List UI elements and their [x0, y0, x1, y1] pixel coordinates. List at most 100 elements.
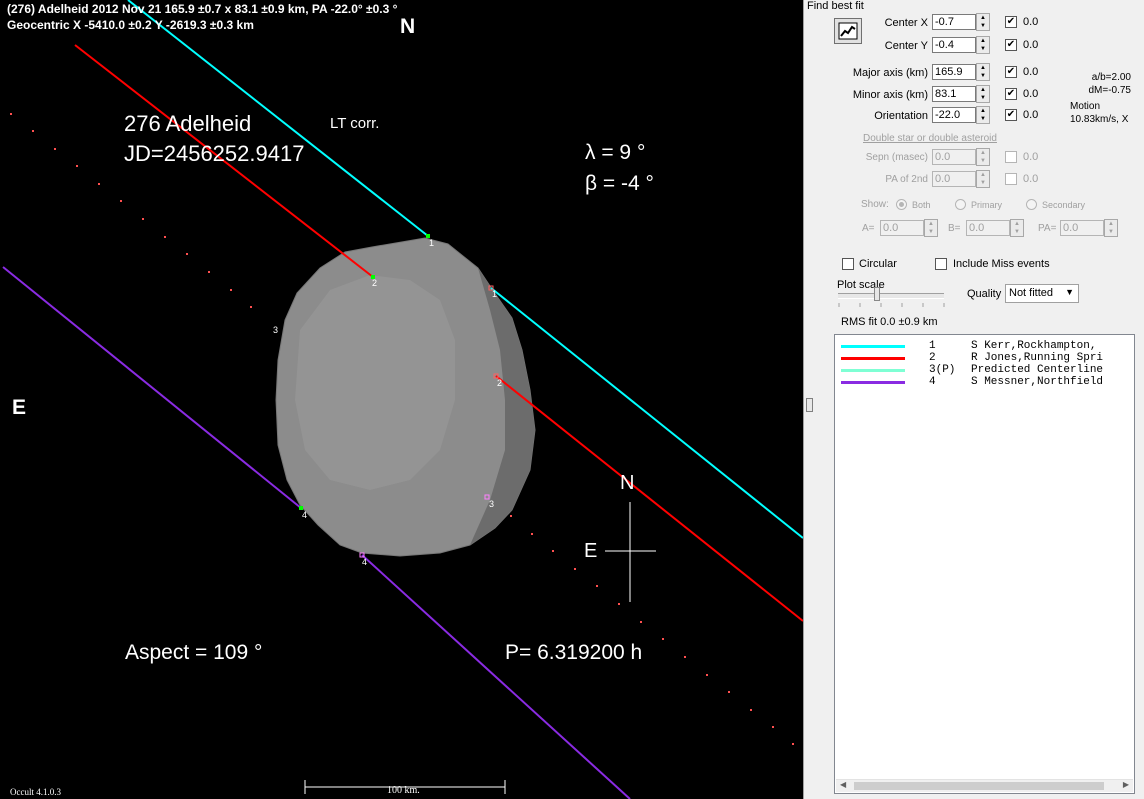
orientation-spinner[interactable]: ▲ ▼: [976, 106, 990, 124]
center-y-input[interactable]: -0.4: [932, 37, 976, 53]
legend-name-4: S Messner,Northfield: [971, 376, 1104, 388]
legend-num-2: 2: [929, 352, 936, 364]
fit-panel: Find best fit Center X -0.7 ▲ ▼ ✔ 0.0 Cen…: [807, 0, 1144, 799]
major-axis-input[interactable]: 165.9: [932, 64, 976, 80]
rms-fit-label: RMS fit 0.0 ±0.9 km: [841, 316, 938, 328]
center-x-fix-value: 0.0: [1023, 16, 1039, 28]
quality-select[interactable]: Not fitted ▼: [1005, 284, 1079, 303]
major-axis-fix-value: 0.0: [1023, 66, 1039, 78]
legend-num-3: 3(P): [929, 364, 956, 376]
pa2nd-input[interactable]: 0.0: [932, 171, 976, 187]
find-best-fit-title: Find best fit: [807, 0, 864, 12]
north-label-top: N: [400, 15, 416, 38]
asteroid-name: 276 Adelheid: [124, 111, 252, 136]
splitter-grip[interactable]: [806, 398, 813, 412]
chord-4-after: [361, 554, 631, 799]
chord-label-2b: 2: [497, 378, 503, 388]
center-y-fix-checkbox[interactable]: ✔: [1005, 39, 1017, 51]
b-label: B=: [948, 223, 961, 234]
minor-axis-label: Minor axis (km): [852, 89, 928, 101]
quality-select-value: Not fitted: [1009, 287, 1054, 299]
a-label: A=: [862, 223, 875, 234]
center-y-label: Center Y: [884, 40, 928, 52]
legend-name-1: S Kerr,Rockhampton,: [971, 340, 1097, 352]
pa2nd-spinner[interactable]: ▲ ▼: [976, 170, 990, 188]
chord-label-3a: 3: [273, 325, 279, 335]
scale-label: 100 km.: [387, 785, 420, 796]
orientation-fix-checkbox[interactable]: ✔: [1005, 109, 1017, 121]
center-x-input[interactable]: -0.7: [932, 14, 976, 30]
a-input[interactable]: 0.0: [880, 220, 924, 236]
legend-name-3: Predicted Centerline: [971, 364, 1104, 376]
major-axis-spinner[interactable]: ▲ ▼: [976, 63, 990, 81]
center-x-fix-checkbox[interactable]: ✔: [1005, 16, 1017, 28]
compass-north: N: [620, 472, 635, 494]
major-axis-fix-checkbox[interactable]: ✔: [1005, 66, 1017, 78]
aspect-value: Aspect = 109 °: [125, 641, 263, 664]
double-star-link[interactable]: Double star or double asteroid: [863, 133, 997, 144]
plot-scale-thumb[interactable]: [874, 287, 880, 301]
minor-axis-spinner[interactable]: ▲ ▼: [976, 85, 990, 103]
plot-scale-ticks: [838, 303, 945, 307]
b-spinner[interactable]: ▲ ▼: [1010, 219, 1024, 237]
circular-label: Circular: [859, 258, 897, 270]
orientation-input[interactable]: -22.0: [932, 107, 976, 123]
chevron-down-icon: ▼: [1065, 287, 1074, 297]
include-miss-label: Include Miss events: [953, 258, 1050, 270]
legend-swatch-1: [841, 345, 905, 348]
center-y-spinner[interactable]: ▲ ▼: [976, 36, 990, 54]
compass-east: E: [584, 540, 598, 562]
chord-label-1a: 1: [429, 238, 435, 248]
legend-swatch-3: [841, 369, 905, 372]
legend-name-2: R Jones,Running Spri: [971, 352, 1104, 364]
ab-ratio: a/b=2.00: [1091, 72, 1131, 83]
show-primary-label: Primary: [971, 200, 1002, 210]
lt-corr-label: LT corr.: [330, 115, 380, 132]
sepn-fix-checkbox[interactable]: [1005, 151, 1017, 163]
legend-row-4[interactable]: 4 S Messner,Northfield: [841, 376, 1134, 389]
circular-checkbox[interactable]: [842, 258, 854, 270]
sepn-label: Sepn (masec): [865, 152, 928, 163]
show-label: Show:: [861, 199, 889, 210]
include-miss-checkbox[interactable]: [935, 258, 947, 270]
b-input[interactable]: 0.0: [966, 220, 1010, 236]
header-line-2: Geocentric X -5410.0 ±0.2 Y -2619.3 ±0.3…: [7, 18, 254, 32]
motion-label: Motion: [1070, 101, 1101, 112]
chord-label-3b: 3: [489, 499, 495, 509]
pa-input[interactable]: 0.0: [1060, 220, 1104, 236]
center-x-spinner[interactable]: ▲ ▼: [976, 13, 990, 31]
quality-label: Quality: [967, 288, 1002, 300]
beta-value: β = -4 °: [585, 172, 654, 195]
observer-legend-list[interactable]: 1 S Kerr,Rockhampton, 2 R Jones,Running …: [834, 334, 1135, 794]
show-both-radio[interactable]: [896, 199, 907, 210]
minor-axis-input[interactable]: 83.1: [932, 86, 976, 102]
pa2nd-fix-checkbox[interactable]: [1005, 173, 1017, 185]
a-spinner[interactable]: ▲ ▼: [924, 219, 938, 237]
period-value: P= 6.319200 h: [505, 641, 643, 664]
pa-label: PA=: [1038, 223, 1057, 234]
minor-axis-fix-value: 0.0: [1023, 88, 1039, 100]
chord-label-4a: 4: [302, 510, 308, 520]
pa2nd-label: PA of 2nd: [885, 174, 928, 185]
legend-horizontal-scrollbar[interactable]: ◀ ▶: [836, 779, 1133, 792]
scroll-thumb[interactable]: [854, 782, 1104, 790]
legend-swatch-4: [841, 381, 905, 384]
scroll-left-icon[interactable]: ◀: [840, 780, 846, 789]
show-primary-radio[interactable]: [955, 199, 966, 210]
show-secondary-radio[interactable]: [1026, 199, 1037, 210]
asteroid-highlight: [295, 275, 455, 490]
orientation-fix-value: 0.0: [1023, 109, 1039, 121]
sepn-spinner[interactable]: ▲ ▼: [976, 148, 990, 166]
occultation-plot[interactable]: (276) Adelheid 2012 Nov 21 165.9 ±0.7 x …: [0, 0, 803, 799]
plot-scale-slider[interactable]: [838, 293, 944, 299]
center-y-fix-value: 0.0: [1023, 39, 1039, 51]
scroll-right-icon[interactable]: ▶: [1123, 780, 1129, 789]
chord-label-2a: 2: [372, 278, 378, 288]
pa-spinner[interactable]: ▲ ▼: [1104, 219, 1118, 237]
plot-canvas: [2, 0, 803, 799]
chord-4-before: [2, 266, 302, 509]
minor-axis-fix-checkbox[interactable]: ✔: [1005, 88, 1017, 100]
sepn-input[interactable]: 0.0: [932, 149, 976, 165]
major-axis-label: Major axis (km): [852, 67, 928, 79]
pa2nd-fix-value: 0.0: [1023, 173, 1039, 185]
